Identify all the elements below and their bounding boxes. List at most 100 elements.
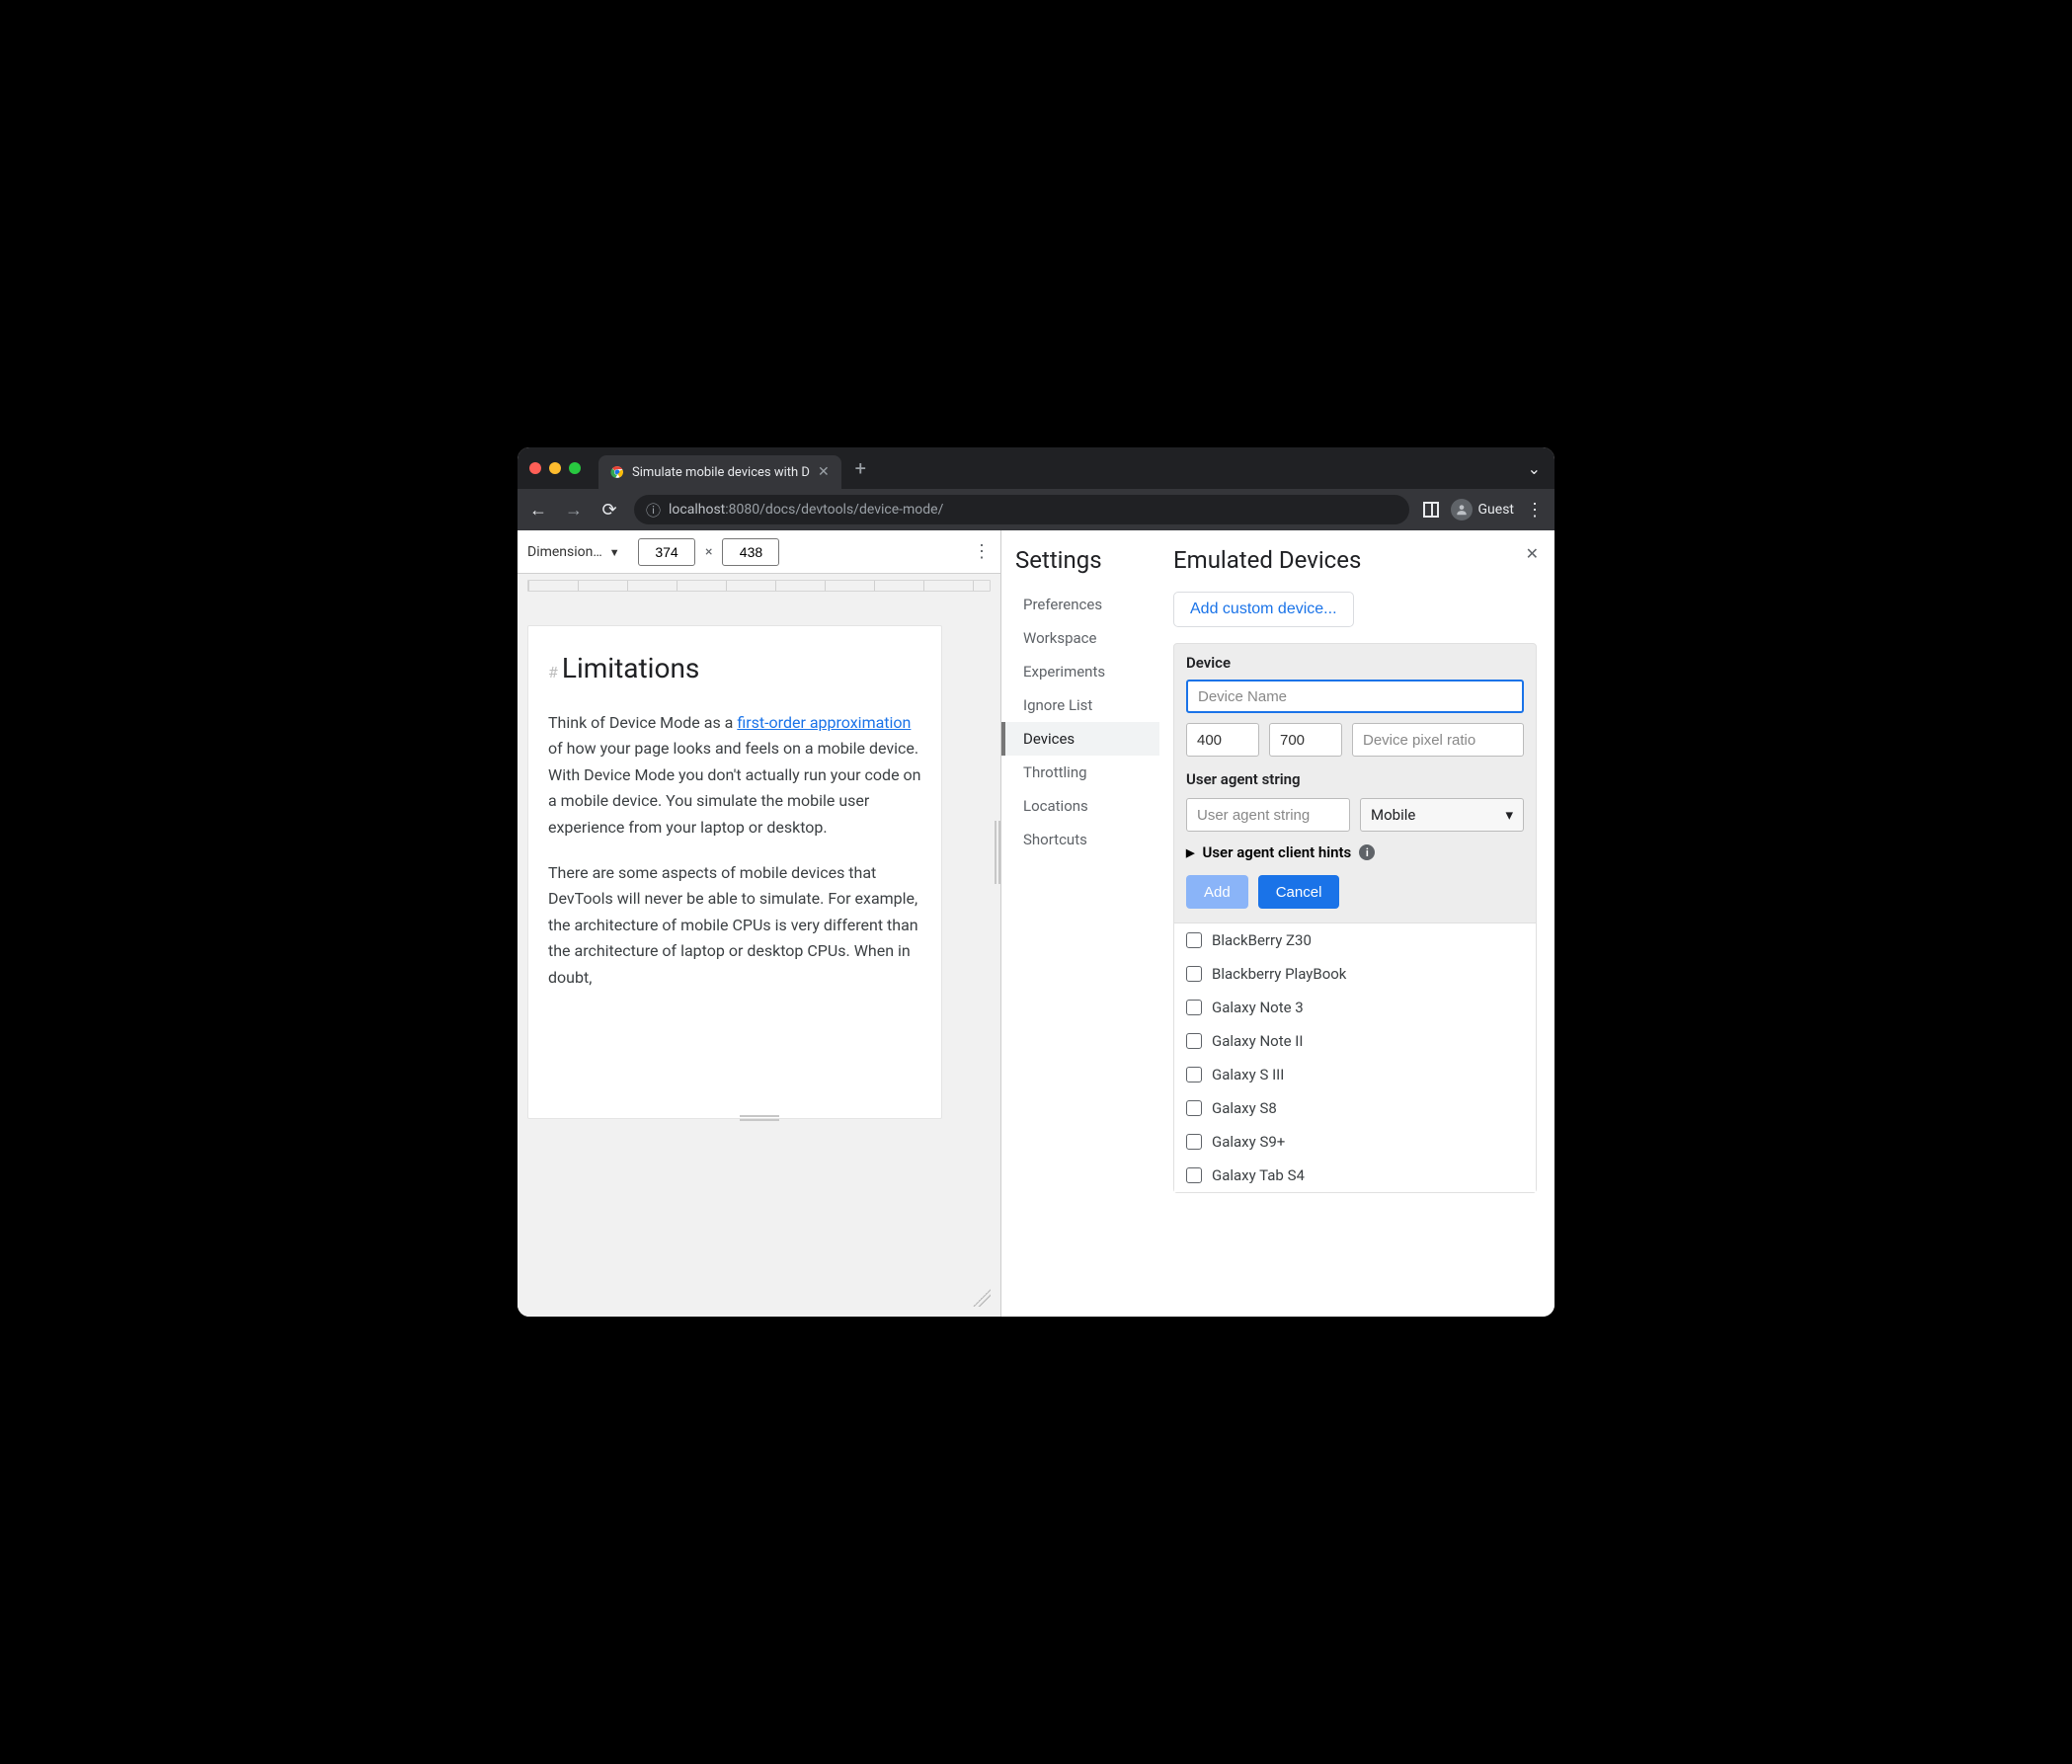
page-heading: #Limitations (548, 652, 921, 684)
device-label: Galaxy Note II (1212, 1032, 1303, 1050)
pane-resize-grip[interactable] (973, 1289, 991, 1307)
dimensions-dropdown[interactable]: Dimension… ▼ (527, 544, 628, 560)
reload-button[interactable]: ⟳ (598, 500, 620, 521)
device-checkbox[interactable] (1186, 1067, 1202, 1082)
device-row[interactable]: BlackBerry Z30 (1174, 923, 1536, 957)
anchor-hash-icon: # (548, 663, 558, 682)
window-controls (529, 462, 581, 474)
device-width-input[interactable] (1186, 723, 1259, 757)
panel-toggle-icon[interactable] (1423, 502, 1439, 518)
site-info-icon[interactable]: ⓘ (646, 500, 661, 521)
page-paragraph-1: Think of Device Mode as a first-order ap… (548, 710, 921, 841)
device-label: Galaxy Note 3 (1212, 999, 1304, 1016)
settings-content: ✕ Emulated Devices Add custom device... … (1159, 530, 1554, 1317)
avatar-icon (1451, 499, 1473, 521)
ruler (527, 580, 991, 592)
viewport-resize-handle-bottom[interactable] (740, 1115, 779, 1121)
settings-item-experiments[interactable]: Experiments (1015, 655, 1159, 688)
device-mode-pane: Dimension… ▼ × ⋮ #Limitations Think of D… (518, 530, 1001, 1317)
url-field[interactable]: ⓘ localhost:8080/docs/devtools/device-mo… (634, 495, 1409, 524)
device-name-input[interactable] (1186, 680, 1524, 713)
back-button[interactable]: ← (527, 500, 549, 521)
ua-client-hints-label: User agent client hints (1202, 843, 1351, 861)
device-checkbox[interactable] (1186, 1167, 1202, 1183)
profile-button[interactable]: Guest (1451, 499, 1514, 521)
browser-tab[interactable]: Simulate mobile devices with D ✕ (598, 455, 841, 489)
tabs-overflow-icon[interactable]: ⌄ (1528, 459, 1541, 478)
device-row[interactable]: Galaxy S8 (1174, 1091, 1536, 1125)
settings-item-locations[interactable]: Locations (1015, 789, 1159, 823)
device-checkbox[interactable] (1186, 966, 1202, 982)
device-height-input[interactable] (1269, 723, 1342, 757)
settings-item-shortcuts[interactable]: Shortcuts (1015, 823, 1159, 856)
simulated-viewport: #Limitations Think of Device Mode as a f… (527, 625, 942, 1119)
settings-title: Settings (1015, 546, 1159, 574)
viewport-resize-handle-right[interactable] (995, 821, 1000, 884)
main-area: Dimension… ▼ × ⋮ #Limitations Think of D… (518, 530, 1554, 1317)
device-toolbar-menu[interactable]: ⋮ (973, 541, 991, 562)
emulated-devices-title: Emulated Devices (1173, 546, 1537, 574)
toolbar-right: Guest ⋮ (1423, 499, 1545, 521)
settings-item-workspace[interactable]: Workspace (1015, 621, 1159, 655)
user-agent-input[interactable] (1186, 798, 1350, 832)
info-icon[interactable]: i (1359, 844, 1375, 860)
device-row[interactable]: Galaxy Tab S4 (1174, 1159, 1536, 1192)
settings-sidebar: Settings PreferencesWorkspaceExperiments… (1001, 530, 1159, 1317)
user-agent-type-select[interactable]: Mobile ▾ (1360, 798, 1524, 832)
settings-item-devices[interactable]: Devices (1001, 722, 1159, 756)
minimize-window-icon[interactable] (549, 462, 561, 474)
dimensions-separator: × (705, 544, 712, 560)
profile-label: Guest (1478, 502, 1514, 518)
settings-close-icon[interactable]: ✕ (1526, 544, 1539, 563)
tab-title: Simulate mobile devices with D (632, 465, 810, 480)
first-order-approximation-link[interactable]: first-order approximation (737, 713, 911, 732)
settings-item-preferences[interactable]: Preferences (1015, 588, 1159, 621)
page-paragraph-2: There are some aspects of mobile devices… (548, 860, 921, 991)
settings-item-throttling[interactable]: Throttling (1015, 756, 1159, 789)
height-input[interactable] (722, 538, 779, 566)
close-window-icon[interactable] (529, 462, 541, 474)
maximize-window-icon[interactable] (569, 462, 581, 474)
device-section-label: Device (1186, 654, 1524, 672)
device-row[interactable]: Blackberry PlayBook (1174, 957, 1536, 991)
settings-pane: Settings PreferencesWorkspaceExperiments… (1001, 530, 1554, 1317)
device-row[interactable]: Galaxy S9+ (1174, 1125, 1536, 1159)
device-checkbox[interactable] (1186, 932, 1202, 948)
address-bar: ← → ⟳ ⓘ localhost:8080/docs/devtools/dev… (518, 489, 1554, 530)
chevron-down-icon: ▼ (609, 546, 620, 559)
device-label: Blackberry PlayBook (1212, 965, 1346, 983)
device-label: Galaxy S8 (1212, 1099, 1277, 1117)
url-text: localhost:8080/docs/devtools/device-mode… (669, 502, 943, 518)
custom-device-form: Device User agent string (1173, 643, 1537, 1193)
device-toolbar: Dimension… ▼ × ⋮ (518, 530, 1000, 574)
device-row[interactable]: Galaxy Note II (1174, 1024, 1536, 1058)
width-input[interactable] (638, 538, 695, 566)
device-checkbox[interactable] (1186, 1000, 1202, 1015)
cancel-button[interactable]: Cancel (1258, 875, 1340, 909)
device-list: BlackBerry Z30 Blackberry PlayBook Galaxy … (1174, 922, 1536, 1192)
device-pixel-ratio-input[interactable] (1352, 723, 1524, 757)
user-agent-section-label: User agent string (1186, 770, 1524, 788)
add-device-button[interactable]: Add (1186, 875, 1248, 909)
viewport-area: #Limitations Think of Device Mode as a f… (518, 574, 1000, 1317)
settings-item-ignore-list[interactable]: Ignore List (1015, 688, 1159, 722)
add-custom-device-button[interactable]: Add custom device... (1173, 592, 1354, 627)
tab-close-icon[interactable]: ✕ (818, 464, 830, 480)
device-checkbox[interactable] (1186, 1134, 1202, 1150)
user-agent-type-value: Mobile (1371, 806, 1415, 824)
browser-menu-button[interactable]: ⋮ (1526, 500, 1545, 521)
ua-client-hints-disclosure[interactable]: ▶ User agent client hints i (1186, 843, 1524, 861)
device-label: Galaxy Tab S4 (1212, 1166, 1305, 1184)
device-row[interactable]: Galaxy S III (1174, 1058, 1536, 1091)
new-tab-button[interactable]: + (855, 456, 866, 480)
titlebar: Simulate mobile devices with D ✕ + ⌄ (518, 447, 1554, 489)
chevron-down-icon: ▾ (1505, 806, 1513, 824)
disclosure-triangle-icon: ▶ (1186, 846, 1194, 859)
device-label: Galaxy S III (1212, 1066, 1284, 1083)
browser-window: Simulate mobile devices with D ✕ + ⌄ ← →… (518, 447, 1554, 1317)
device-checkbox[interactable] (1186, 1033, 1202, 1049)
forward-button[interactable]: → (563, 500, 585, 521)
device-label: Galaxy S9+ (1212, 1133, 1285, 1151)
device-checkbox[interactable] (1186, 1100, 1202, 1116)
device-row[interactable]: Galaxy Note 3 (1174, 991, 1536, 1024)
